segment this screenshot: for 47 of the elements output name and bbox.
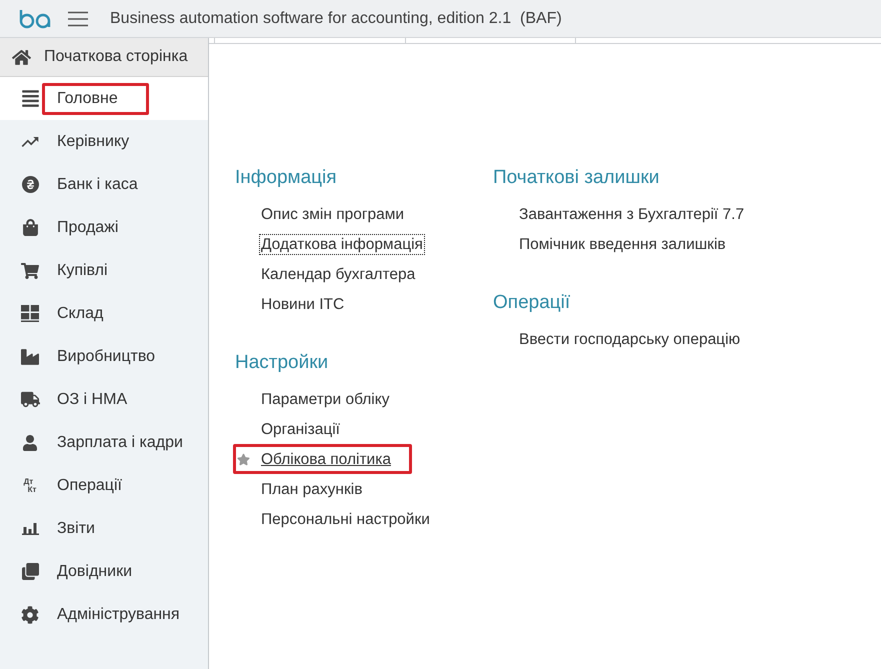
menu-link[interactable]: Облікова політика xyxy=(260,450,392,468)
factory-icon xyxy=(21,348,39,366)
section-title: Операції xyxy=(493,291,572,315)
truck-icon xyxy=(20,390,40,409)
sidebar-item[interactable]: Зарплата і кадри xyxy=(0,421,208,464)
logo-icon xyxy=(18,8,53,28)
section-title: Настройки xyxy=(235,351,330,375)
sidebar-item[interactable]: Дт Кт Операції xyxy=(0,464,208,507)
person-icon xyxy=(22,434,38,450)
home-page-item[interactable]: Початкова сторінка xyxy=(0,38,208,77)
menu-link[interactable]: Опис змін програми xyxy=(260,204,406,224)
sidebar-item[interactable]: Виробництво xyxy=(0,335,208,378)
sidebar-item[interactable]: Адміністрування xyxy=(0,593,208,636)
debit-credit-mark: Дт Кт xyxy=(24,478,36,494)
menu-link[interactable]: Додаткова інформація xyxy=(260,234,424,254)
sidebar-item[interactable]: Звіти xyxy=(0,507,208,550)
menu-link[interactable]: Завантаження з Бухгалтерії 7.7 xyxy=(518,204,746,224)
hryvnia-coin-icon xyxy=(22,176,38,193)
sidebar-item[interactable]: Склад xyxy=(0,292,208,335)
menu-link[interactable]: Календар бухгалтера xyxy=(260,264,416,284)
sidebar-item[interactable]: Банк і каса xyxy=(0,163,208,206)
menu-link[interactable]: Новини ІТС xyxy=(260,294,346,314)
sidebar-item[interactable]: Купівлі xyxy=(0,249,208,292)
home-icon xyxy=(12,48,31,66)
sidebar-item[interactable]: ОЗ і НМА xyxy=(0,378,208,421)
stacked-pages-icon xyxy=(22,563,38,580)
menu-link[interactable]: План рахунків xyxy=(260,480,364,498)
bar-chart-icon xyxy=(22,522,38,535)
settings-icon xyxy=(21,606,39,624)
section-title: Інформація xyxy=(235,166,338,190)
window-title: Business automation software for accounting, edition 2.1 (BAF) xyxy=(110,10,562,28)
list-icon xyxy=(20,89,40,108)
sidebar-item[interactable]: Керівнику xyxy=(0,120,208,163)
menu-link[interactable]: Ввести господарську операцію xyxy=(518,330,742,348)
sidebar-item[interactable]: Головне xyxy=(0,77,208,120)
grid-blocks-icon xyxy=(21,305,39,322)
sidebar-item[interactable]: Довідники xyxy=(0,550,208,593)
menu-link[interactable]: Організації xyxy=(260,420,341,438)
cart-icon xyxy=(21,262,39,280)
menu-link[interactable]: Персональні настройки xyxy=(260,510,431,528)
shopping-bag-icon xyxy=(22,219,38,236)
section-title: Початкові залишки xyxy=(493,166,660,190)
menu-button[interactable] xyxy=(68,10,88,26)
menu-link[interactable]: Помічник введення залишків xyxy=(518,234,727,254)
star-icon[interactable] xyxy=(237,452,250,466)
menu-link[interactable]: Параметри обліку xyxy=(260,390,390,408)
sidebar-item[interactable]: Продажі xyxy=(0,206,208,249)
